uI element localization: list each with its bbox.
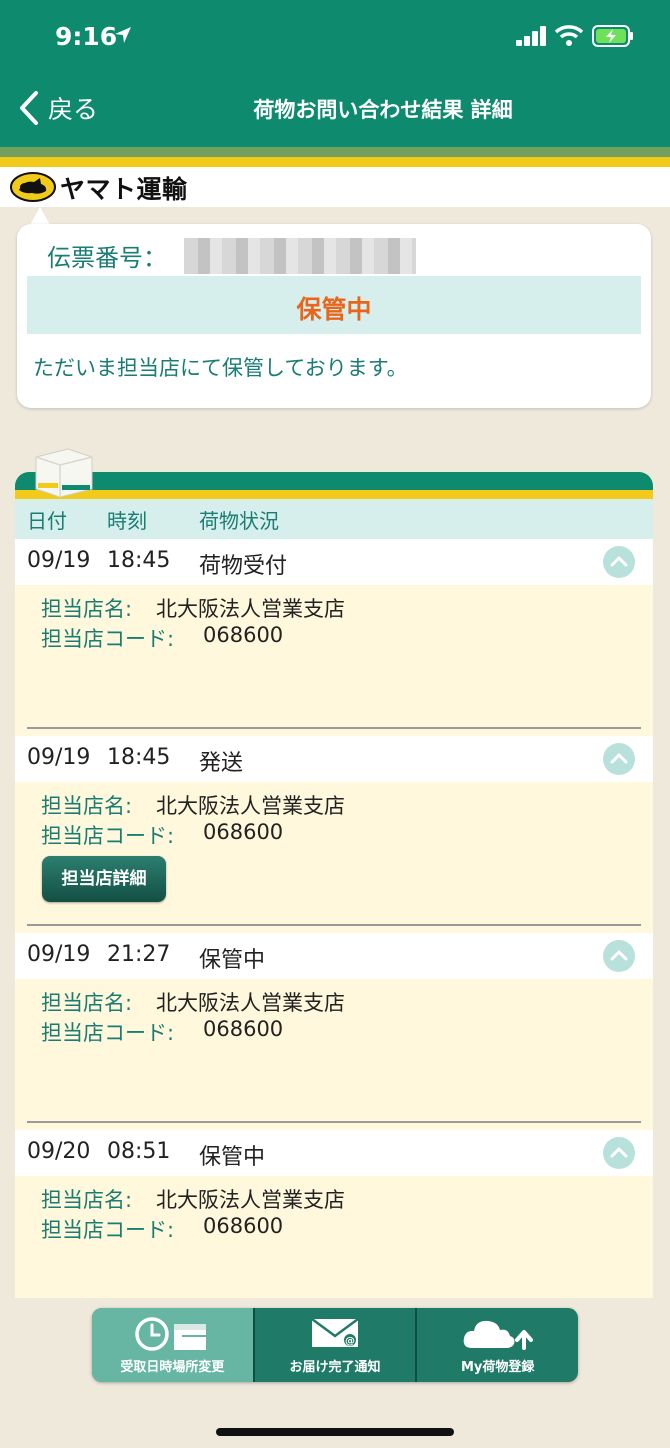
- current-status-box: 保管中: [27, 276, 641, 334]
- wifi-icon: [554, 25, 584, 46]
- app-header: 9:16 戻る 荷物お問い合わせ結果 詳細: [0, 0, 670, 157]
- home-indicator[interactable]: [216, 1428, 454, 1436]
- slip-number-redacted: [184, 238, 416, 274]
- collapse-toggle-button[interactable]: [603, 743, 635, 775]
- entry-time: 18:45: [107, 745, 171, 770]
- cloud-upload-icon: [463, 1320, 533, 1350]
- status-message: ただいま担当店にて保管しております。: [33, 356, 408, 380]
- entry-status: 保管中: [199, 948, 266, 973]
- slip-number-label: 伝票番号：: [47, 244, 167, 272]
- brand-logo-strip: ヤマト運輸: [0, 167, 670, 207]
- entry-details: 担当店名: 北大阪法人営業支店 担当店コード: 068600: [15, 979, 653, 1117]
- entry-time: 08:51: [107, 1139, 171, 1164]
- page-title: 荷物お問い合わせ結果 詳細: [253, 98, 513, 122]
- header-stripe-yellow: [0, 157, 670, 167]
- entry-summary-row[interactable]: 09/20 08:51 保管中: [15, 1130, 653, 1176]
- current-status: 保管中: [296, 295, 372, 324]
- column-header-time: 時刻: [107, 509, 147, 533]
- location-arrow-icon: [115, 27, 131, 43]
- store-name-label: 担当店名:: [41, 794, 133, 818]
- mail-icon: @: [311, 1317, 359, 1347]
- timeline-header-stripe: [15, 490, 653, 499]
- store-code-label: 担当店コード:: [41, 627, 175, 651]
- collapse-toggle-button[interactable]: [603, 940, 635, 972]
- store-code-label: 担当店コード:: [41, 1021, 175, 1045]
- entry-date: 09/20: [27, 1139, 91, 1164]
- entry-status: 保管中: [199, 1145, 266, 1170]
- package-box-icon: [35, 448, 93, 498]
- entry-status: 荷物受付: [199, 554, 288, 579]
- column-header-date: 日付: [27, 509, 67, 533]
- entry-divider: [27, 924, 641, 926]
- store-detail-button[interactable]: 担当店詳細: [42, 856, 166, 902]
- my-package-register-label: My荷物登録: [460, 1360, 535, 1375]
- store-name-label: 担当店名:: [41, 1188, 133, 1212]
- store-code-value: 068600: [203, 1017, 284, 1041]
- entry-divider: [27, 1121, 641, 1123]
- entry-time: 21:27: [107, 942, 171, 967]
- entry-divider: [27, 727, 641, 729]
- store-code-value: 068600: [203, 820, 284, 844]
- store-name-value: 北大阪法人営業支店: [156, 991, 345, 1015]
- change-delivery-label: 受取日時場所変更: [120, 1360, 225, 1375]
- store-code-value: 068600: [203, 623, 284, 647]
- timeline-header-bar: [15, 472, 653, 490]
- my-package-register-button[interactable]: My荷物登録: [417, 1308, 578, 1382]
- svg-text:@: @: [345, 1336, 355, 1347]
- header-stripe-gold: [0, 147, 670, 157]
- info-card-pointer: [30, 207, 50, 225]
- timeline-entry: 09/19 18:45 荷物受付 担当店名: 北大阪法人営業支店 担当店コード:…: [15, 539, 653, 736]
- entry-date: 09/19: [27, 548, 91, 573]
- store-name-value: 北大阪法人営業支店: [156, 1188, 345, 1212]
- entry-summary-row[interactable]: 09/19 18:45 荷物受付: [15, 539, 653, 585]
- store-name-label: 担当店名:: [41, 991, 133, 1015]
- chevron-up-icon: [610, 1147, 628, 1158]
- timeline-entry: 09/19 18:45 発送 担当店名: 北大阪法人営業支店 担当店コード: 0…: [15, 736, 653, 933]
- chevron-up-icon: [610, 753, 628, 764]
- chevron-up-icon: [610, 950, 628, 961]
- entry-date: 09/19: [27, 942, 91, 967]
- entry-time: 18:45: [107, 548, 171, 573]
- brand-logo-text: ヤマト運輸: [60, 175, 188, 204]
- column-header-status: 荷物状況: [199, 509, 279, 533]
- collapse-toggle-button[interactable]: [603, 1137, 635, 1169]
- store-name-value: 北大阪法人営業支店: [156, 597, 345, 621]
- entry-status: 発送: [199, 751, 244, 776]
- delivery-notification-button[interactable]: @ お届け完了通知: [255, 1308, 418, 1382]
- black-cat-logo-icon: [10, 172, 56, 202]
- store-code-label: 担当店コード:: [41, 1218, 175, 1242]
- tracking-info-card: 伝票番号： 保管中 ただいま担当店にて保管しております。: [17, 224, 651, 408]
- delivery-notification-label: お届け完了通知: [289, 1360, 381, 1375]
- clock-calendar-icon: [135, 1317, 207, 1351]
- store-code-value: 068600: [203, 1214, 284, 1238]
- chevron-up-icon: [610, 556, 628, 567]
- entry-summary-row[interactable]: 09/19 21:27 保管中: [15, 933, 653, 979]
- store-name-label: 担当店名:: [41, 597, 133, 621]
- store-name-value: 北大阪法人営業支店: [156, 794, 345, 818]
- timeline-column-headers: 日付 時刻 荷物状況: [15, 499, 653, 539]
- timeline-entry: 09/20 08:51 保管中 担当店名: 北大阪法人営業支店 担当店コード: …: [15, 1130, 653, 1298]
- cellular-signal-icon: [516, 26, 546, 46]
- entry-summary-row[interactable]: 09/19 18:45 発送: [15, 736, 653, 782]
- entry-details: 担当店名: 北大阪法人営業支店 担当店コード: 068600 担当店詳細: [15, 782, 653, 920]
- timeline-entry: 09/19 21:27 保管中 担当店名: 北大阪法人営業支店 担当店コード: …: [15, 933, 653, 1130]
- status-bar: 9:16: [0, 0, 670, 70]
- status-time: 9:16: [55, 22, 118, 51]
- change-delivery-button[interactable]: 受取日時場所変更: [92, 1308, 255, 1382]
- battery-charging-icon: [592, 25, 633, 47]
- tracking-timeline: 日付 時刻 荷物状況 09/19 18:45 荷物受付 担当店名: 北大阪法人営…: [15, 472, 653, 1298]
- navigation-bar: 戻る 荷物お問い合わせ結果 詳細: [0, 70, 670, 146]
- store-code-label: 担当店コード:: [41, 824, 175, 848]
- entry-date: 09/19: [27, 745, 91, 770]
- collapse-toggle-button[interactable]: [603, 546, 635, 578]
- bottom-toolbar: 受取日時場所変更 @ お届け完了通知 My荷物登録: [92, 1308, 578, 1382]
- entry-details: 担当店名: 北大阪法人営業支店 担当店コード: 068600: [15, 1176, 653, 1298]
- entry-details: 担当店名: 北大阪法人営業支店 担当店コード: 068600: [15, 585, 653, 723]
